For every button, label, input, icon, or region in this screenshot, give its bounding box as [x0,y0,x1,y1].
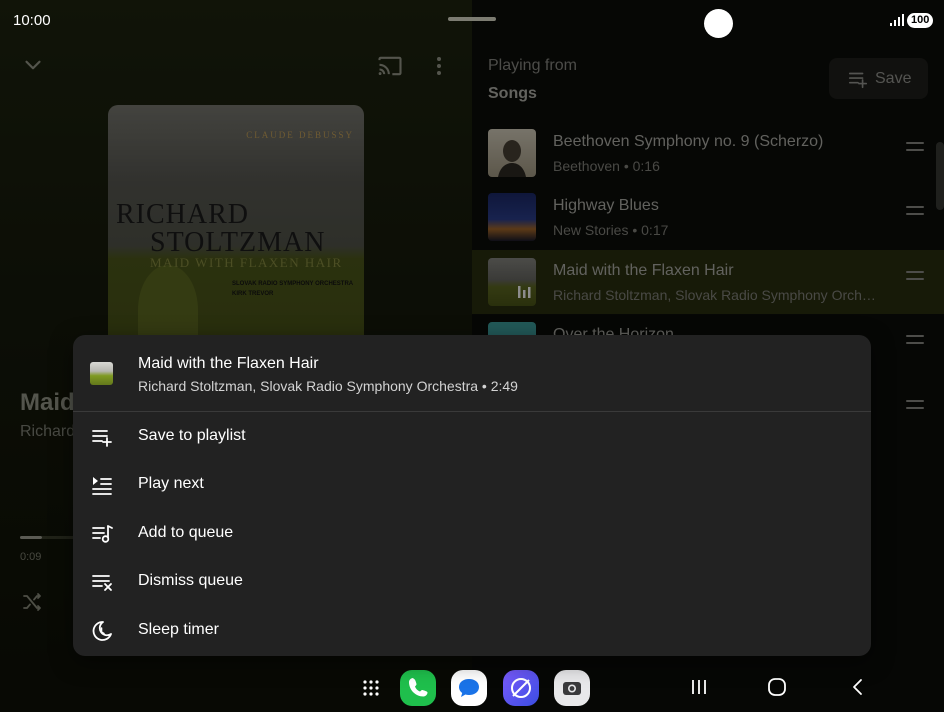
window-handle[interactable] [448,17,496,21]
menu-song-title: Maid with the Flaxen Hair [138,355,319,372]
internet-app-icon[interactable] [503,670,539,706]
battery-icon: 100 [907,13,934,28]
menu-item-label: Play next [138,475,204,492]
menu-item-sleep-timer[interactable]: Sleep timer [73,607,871,655]
phone-app-icon[interactable] [400,670,436,706]
play-next-icon [92,477,112,495]
add-to-queue-icon [92,525,113,543]
home-icon[interactable] [766,676,788,698]
menu-song-thumbnail [90,362,113,385]
song-context-menu: Maid with the Flaxen Hair Richard Stoltz… [73,335,871,656]
dismiss-queue-icon [92,575,112,591]
recents-icon[interactable] [688,676,710,698]
menu-item-label: Dismiss queue [138,572,243,589]
context-menu-header: Maid with the Flaxen Hair Richard Stoltz… [73,335,871,412]
menu-item-add-to-queue[interactable]: Add to queue [73,510,871,558]
playlist-add-icon [92,430,112,447]
menu-item-label: Sleep timer [138,621,219,638]
messages-app-icon[interactable] [451,670,487,706]
signal-icon [890,14,904,26]
menu-item-play-next[interactable]: Play next [73,461,871,509]
menu-item-save-to-playlist[interactable]: Save to playlist [73,413,871,461]
screen: CLAUDE DEBUSSY RICHARD STOLTZMAN MAID WI… [0,0,944,712]
menu-item-dismiss-queue[interactable]: Dismiss queue [73,558,871,606]
status-bar: 10:00 100 [0,0,944,42]
menu-song-subtitle: Richard Stoltzman, Slovak Radio Symphony… [138,378,518,394]
apps-grid-icon[interactable] [362,679,380,697]
taskbar [0,662,944,712]
back-icon[interactable] [847,676,869,698]
camera-cutout [704,9,733,38]
menu-item-label: Save to playlist [138,427,246,444]
camera-app-icon[interactable] [554,670,590,706]
status-time: 10:00 [13,12,51,29]
sleep-timer-icon [92,621,112,641]
menu-item-label: Add to queue [138,524,234,541]
